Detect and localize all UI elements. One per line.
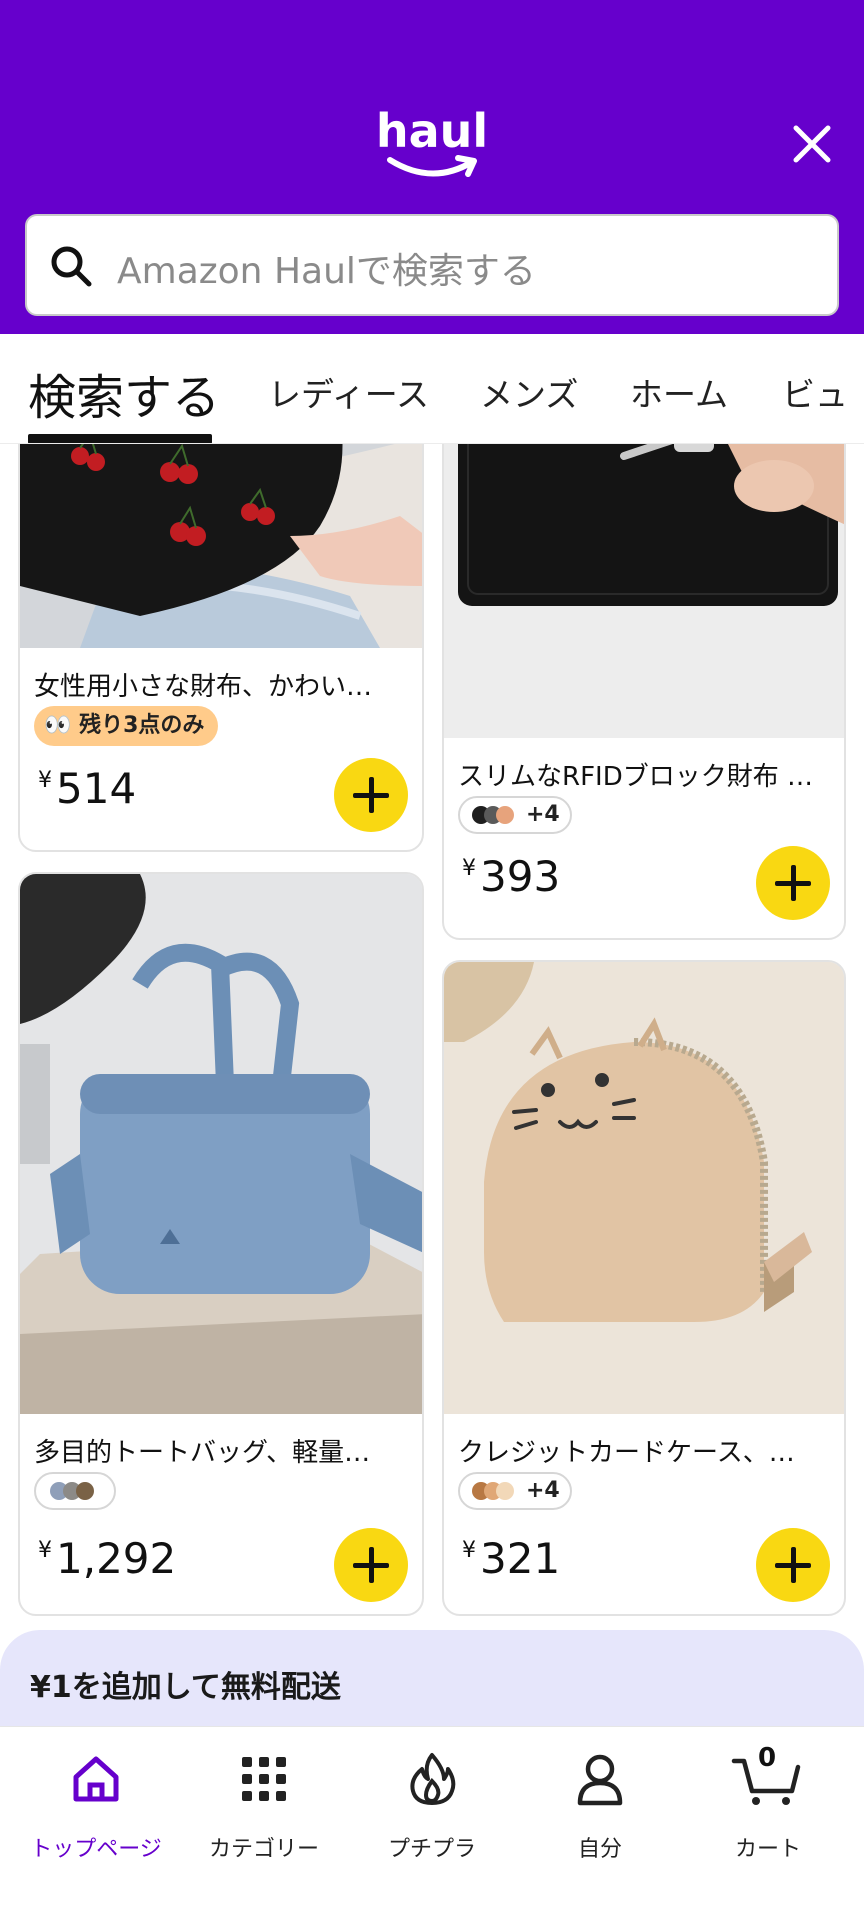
product-price: ¥1,292 <box>38 1534 176 1583</box>
more-colors-count: +4 <box>526 1478 560 1503</box>
currency-symbol: ¥ <box>462 1538 476 1563</box>
add-to-cart-button[interactable] <box>334 1528 408 1602</box>
color-swatch <box>496 806 514 824</box>
more-colors-count: +4 <box>526 802 560 827</box>
tab-mens[interactable]: メンズ <box>480 368 578 416</box>
color-swatch <box>496 1482 514 1500</box>
product-image <box>444 444 844 738</box>
product-image <box>20 874 422 1414</box>
price-value: 1,292 <box>56 1534 177 1583</box>
nav-cart[interactable]: 0 カート <box>682 1727 854 1877</box>
product-price: ¥393 <box>462 852 560 901</box>
product-title: クレジットカードケース、… <box>458 1438 795 1468</box>
search-placeholder: Amazon Haulで検索する <box>117 251 536 292</box>
product-card[interactable]: スリムなRFIDブロック財布 … +4 ¥393 <box>442 444 846 940</box>
haul-logo: haul <box>372 104 492 184</box>
nav-label: 自分 <box>577 1837 622 1862</box>
color-swatches: +4 <box>458 1472 572 1510</box>
category-tabs: 検索する レディース メンズ ホーム ビュ <box>0 334 864 444</box>
nav-label: トップページ <box>30 1837 162 1862</box>
cart-count: 0 <box>757 1743 777 1773</box>
color-swatch <box>76 1482 94 1500</box>
product-image <box>20 444 422 648</box>
product-title: 女性用小さな財布、かわい… <box>34 672 373 702</box>
nav-home[interactable]: トップページ <box>10 1727 182 1877</box>
active-tab-indicator <box>28 434 212 443</box>
color-swatches: +4 <box>458 796 572 834</box>
low-stock-badge: 👀 残り3点のみ <box>34 706 219 746</box>
eyes-icon: 👀 <box>44 713 80 738</box>
nav-account[interactable]: 自分 <box>514 1727 686 1877</box>
search-icon <box>51 246 92 287</box>
tab-search[interactable]: 検索する <box>28 358 220 428</box>
nav-label: カテゴリー <box>208 1837 319 1862</box>
free-shipping-text: ¥1を追加して無料配送 <box>30 1670 341 1705</box>
app-header: haul Amazon Haulで検索する <box>0 0 864 334</box>
smile-arrow-icon <box>387 155 477 177</box>
product-price: ¥514 <box>38 764 136 813</box>
product-card[interactable]: 女性用小さな財布、かわい… 👀 残り3点のみ ¥514 <box>18 444 424 852</box>
price-value: 393 <box>480 852 561 901</box>
currency-symbol: ¥ <box>462 856 476 881</box>
close-icon[interactable] <box>790 122 834 166</box>
flame-icon <box>410 1753 456 1805</box>
price-value: 514 <box>56 764 137 813</box>
product-price: ¥321 <box>462 1534 560 1583</box>
product-image <box>444 962 844 1414</box>
low-stock-text: 残り3点のみ <box>79 713 205 738</box>
bottom-navigation: トップページ カテゴリー プチプラ 自分 0 カート <box>0 1726 864 1920</box>
product-card[interactable]: 多目的トートバッグ、軽量… ¥1,292 <box>18 872 424 1616</box>
currency-symbol: ¥ <box>38 768 52 793</box>
add-to-cart-button[interactable] <box>756 846 830 920</box>
tab-ladies[interactable]: レディース <box>268 368 429 416</box>
logo-text: haul <box>375 104 489 158</box>
color-swatches <box>34 1472 116 1510</box>
nav-bargains[interactable]: プチプラ <box>346 1727 518 1877</box>
nav-label: カート <box>734 1837 801 1862</box>
product-card[interactable]: クレジットカードケース、… +4 ¥321 <box>442 960 846 1616</box>
add-to-cart-button[interactable] <box>334 758 408 832</box>
nav-categories[interactable]: カテゴリー <box>178 1727 350 1877</box>
home-icon <box>73 1756 119 1802</box>
product-grid: 女性用小さな財布、かわい… 👀 残り3点のみ ¥514 スリムなRFIDブロック… <box>0 444 864 1744</box>
tab-beauty[interactable]: ビュ <box>782 368 848 416</box>
currency-symbol: ¥ <box>38 1538 52 1563</box>
person-icon <box>577 1754 623 1806</box>
add-to-cart-button[interactable] <box>756 1528 830 1602</box>
product-title: 多目的トートバッグ、軽量… <box>34 1438 371 1468</box>
price-value: 321 <box>480 1534 561 1583</box>
product-title: スリムなRFIDブロック財布 … <box>458 762 813 792</box>
tab-home[interactable]: ホーム <box>630 368 728 416</box>
nav-label: プチプラ <box>387 1837 476 1862</box>
search-input[interactable]: Amazon Haulで検索する <box>25 214 839 316</box>
grid-icon <box>242 1757 286 1801</box>
